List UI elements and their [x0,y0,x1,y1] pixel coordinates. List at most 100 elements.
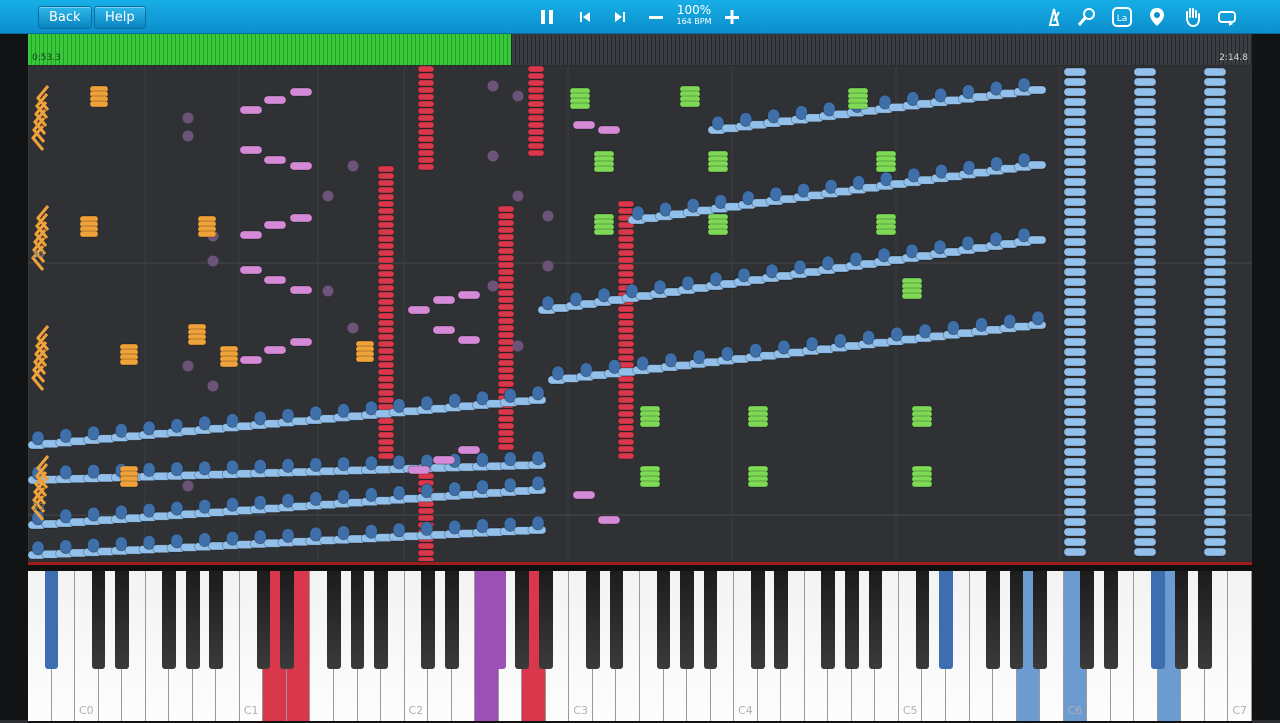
tempo-decrease-icon[interactable] [645,6,667,28]
note [527,149,545,157]
note [1063,287,1087,297]
black-key[interactable] [986,571,1000,669]
black-key[interactable] [868,571,883,669]
note-labels-icon[interactable]: La [1111,6,1133,28]
piano-keyboard[interactable]: C0 C1 C2 C3 C4 C5 C6 C7 [28,562,1252,723]
black-key[interactable] [821,571,836,669]
note [1203,477,1227,487]
note [1203,497,1227,507]
note [1027,85,1047,95]
octave-label: C4 [738,704,753,717]
note [1063,327,1087,337]
black-key[interactable] [939,571,953,669]
black-key[interactable] [609,571,624,669]
black-key[interactable] [1174,571,1189,669]
black-key[interactable] [774,571,789,669]
note [911,480,933,488]
note [617,396,635,404]
note [1063,187,1087,197]
toolbar: Back Help 100% 164 BPM La [0,0,1280,34]
note [417,514,435,522]
black-key[interactable] [845,571,859,669]
black-key[interactable] [750,571,765,669]
help-button[interactable]: Help [94,6,146,29]
note [1203,307,1227,317]
tempo-increase-icon[interactable] [721,6,743,28]
note [1063,417,1087,427]
black-key[interactable] [162,571,177,669]
black-key[interactable] [185,571,200,669]
black-key[interactable] [915,571,930,669]
note [1063,387,1087,397]
note [527,93,545,101]
note [527,114,545,122]
black-key[interactable] [1198,571,1212,669]
note [1203,117,1227,127]
note [593,165,615,173]
black-key[interactable] [350,571,365,669]
note [1133,227,1157,237]
note [1133,87,1157,97]
note [1133,337,1157,347]
search-icon[interactable] [1076,6,1098,28]
black-key[interactable] [280,571,294,669]
black-key[interactable] [115,571,129,669]
black-key[interactable] [1151,571,1165,669]
pause-icon[interactable] [536,6,558,28]
black-key[interactable] [1080,571,1095,669]
skip-forward-icon[interactable] [609,6,631,28]
note [497,310,515,318]
song-progress-bar[interactable] [28,34,1252,65]
black-key[interactable] [680,571,694,669]
note [417,86,435,94]
black-key[interactable] [256,571,271,669]
note [1203,547,1227,557]
black-key[interactable] [421,571,435,669]
note [1063,157,1087,167]
black-key[interactable] [656,571,671,669]
note [572,120,596,130]
black-key[interactable] [91,571,106,669]
note [617,270,635,278]
black-key[interactable] [209,571,224,669]
note [527,107,545,115]
note [497,254,515,262]
black-key[interactable] [444,571,459,669]
note [617,347,635,355]
metronome-icon[interactable] [1043,6,1065,28]
black-key[interactable] [1033,571,1047,669]
note [569,102,591,110]
note [1203,237,1227,247]
loop-icon[interactable] [1216,6,1238,28]
white-key[interactable]: C7 [1228,571,1252,721]
note [1063,437,1087,447]
location-pin-icon[interactable] [1146,6,1168,28]
black-key[interactable] [515,571,530,669]
black-key[interactable] [539,571,553,669]
black-key[interactable] [491,571,506,669]
note [1203,127,1227,137]
black-key[interactable] [586,571,600,669]
note [1133,217,1157,227]
black-key[interactable] [44,571,59,669]
black-key[interactable] [703,571,718,669]
back-button[interactable]: Back [38,6,92,29]
note [617,228,635,236]
note [617,438,635,446]
note [1133,507,1157,517]
note [417,100,435,108]
note [1133,197,1157,207]
black-key[interactable] [374,571,388,669]
skip-back-icon[interactable] [574,6,596,28]
note [377,389,395,397]
note [617,410,635,418]
note [1203,447,1227,457]
black-key[interactable] [1009,571,1024,669]
octave-label: C7 [1232,704,1248,717]
note [1063,87,1087,97]
note [377,333,395,341]
hand-icon[interactable] [1181,6,1203,28]
black-key[interactable] [1103,571,1118,669]
note [531,515,545,531]
black-key[interactable] [327,571,341,669]
